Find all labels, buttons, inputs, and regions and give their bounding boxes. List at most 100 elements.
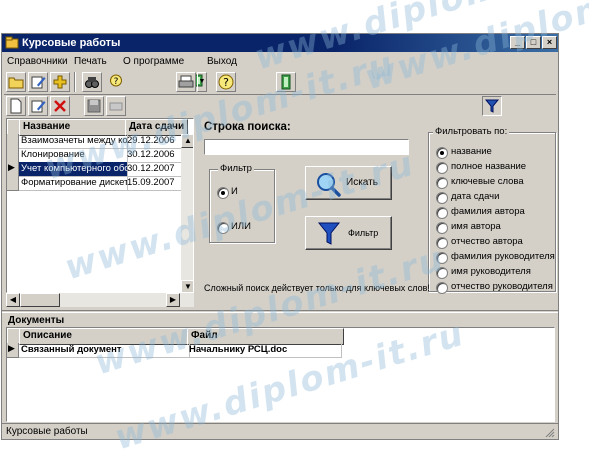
help-icon: ? xyxy=(218,74,234,90)
row-indicator[interactable] xyxy=(7,176,19,191)
save-record-button[interactable] xyxy=(84,96,104,116)
filter-toggle-button[interactable] xyxy=(482,96,502,116)
filter-by-label: фамилия автора xyxy=(451,206,525,217)
filter-by-radio[interactable] xyxy=(436,192,448,204)
minimize-icon: _ xyxy=(514,37,520,47)
arrow-left-icon: ◀ xyxy=(9,295,17,304)
svg-text:?: ? xyxy=(223,76,229,89)
close-button[interactable]: × xyxy=(542,36,557,49)
menu-about[interactable]: О программе xyxy=(123,55,184,69)
edit-record-button[interactable] xyxy=(28,72,48,92)
new-document-icon xyxy=(10,98,22,114)
scroll-up-button[interactable]: ▲ xyxy=(181,134,193,148)
arrow-right-icon: ▶ xyxy=(169,295,177,304)
maximize-button[interactable]: □ xyxy=(526,36,541,49)
main-toolbar: ▼ ? xyxy=(4,71,556,93)
folder-icon xyxy=(8,77,24,89)
filter-by-radio[interactable] xyxy=(436,177,448,189)
menu-directories[interactable]: Справочники xyxy=(7,55,68,69)
filter-by-radio[interactable] xyxy=(436,147,448,159)
search-input[interactable] xyxy=(204,139,409,155)
close-icon: × xyxy=(546,37,553,47)
edit-course-button[interactable] xyxy=(28,96,48,116)
courses-horizontal-scrollbar[interactable]: ◀ ▶ xyxy=(6,293,194,307)
binoculars-icon xyxy=(85,77,99,88)
row-indicator[interactable] xyxy=(7,148,19,163)
minimize-button[interactable]: _ xyxy=(510,36,525,49)
search-button[interactable]: Искать xyxy=(305,166,392,200)
funnel-icon xyxy=(484,99,500,113)
title-bar[interactable]: Курсовые работы xyxy=(2,34,558,52)
open-folder-button[interactable] xyxy=(6,72,26,92)
search-button-label: Искать xyxy=(346,177,378,188)
filter-mode-and-label: И xyxy=(231,186,238,197)
course-date-cell[interactable]: 15.09.2007 xyxy=(125,176,184,191)
row-indicator[interactable]: ▶ xyxy=(7,343,19,358)
row-pointer-icon: ▶ xyxy=(8,162,15,172)
print-dropdown-button[interactable]: ▼ xyxy=(197,72,207,92)
resize-grip-icon[interactable] xyxy=(543,426,555,438)
scroll-left-button[interactable]: ◀ xyxy=(6,293,20,307)
menu-print[interactable]: Печать xyxy=(74,55,107,69)
row-indicator[interactable] xyxy=(7,134,19,149)
filter-by-radio[interactable] xyxy=(436,282,448,294)
exit-button[interactable] xyxy=(276,72,296,92)
row-pointer-icon: ▶ xyxy=(8,343,15,353)
scroll-down-button[interactable]: ▼ xyxy=(181,280,193,292)
search-hint: Сложный поиск действует только для ключе… xyxy=(204,283,430,293)
menu-bar: Справочники Печать ? О программе Выход xyxy=(2,53,558,87)
record-toolbar xyxy=(4,94,556,116)
filter-button[interactable]: Фильтр xyxy=(305,216,392,250)
course-date-cell[interactable]: 29.12.2006 xyxy=(125,134,184,149)
delete-record-button[interactable] xyxy=(50,96,70,116)
course-name-cell[interactable]: Учет компьютерного обо xyxy=(19,162,128,177)
document-file-cell[interactable]: Начальнику РСЦ.doc xyxy=(187,343,342,358)
courses-vertical-scrollbar[interactable]: ▲ ▼ xyxy=(181,134,193,292)
row-indicator[interactable]: ▶ xyxy=(7,162,19,177)
maximize-icon: □ xyxy=(530,37,537,47)
filter-by-title: Фильтровать по: xyxy=(433,126,510,137)
edit-icon xyxy=(31,100,46,113)
door-icon xyxy=(281,74,291,90)
funnel-icon xyxy=(317,222,341,245)
filter-by-group: Фильтровать по: название полное название к… xyxy=(428,126,556,294)
course-name-cell[interactable]: Взаимозачеты между ко xyxy=(19,134,128,149)
course-name-cell[interactable]: Клонирование xyxy=(19,148,128,163)
filter-by-label: отчество автора xyxy=(451,236,523,247)
magnifier-icon xyxy=(317,173,341,197)
filter-by-label: имя руководителя xyxy=(451,266,531,277)
search-docs-button[interactable] xyxy=(82,72,102,92)
course-name-cell[interactable]: Форматирование дискет xyxy=(19,176,128,191)
print-button[interactable] xyxy=(176,72,196,92)
search-label: Строка поиска: xyxy=(204,121,291,133)
filter-by-label: дата сдачи xyxy=(451,191,500,202)
scroll-right-button[interactable]: ▶ xyxy=(166,293,180,307)
filter-by-label: имя автора xyxy=(451,221,501,232)
filter-by-radio[interactable] xyxy=(436,237,448,249)
filter-by-label: фамилия руководителя xyxy=(451,251,555,262)
courses-grid: Название Дата сдачи Взаимозачеты между к… xyxy=(6,118,194,293)
filter-mode-or-radio[interactable] xyxy=(217,222,229,234)
filter-by-radio[interactable] xyxy=(436,222,448,234)
filter-mode-or-label: ИЛИ xyxy=(231,221,251,232)
filter-by-radio[interactable] xyxy=(436,267,448,279)
filter-by-radio[interactable] xyxy=(436,207,448,219)
help-button[interactable]: ? xyxy=(216,72,236,92)
cancel-edit-button[interactable] xyxy=(106,96,126,116)
filter-by-radio[interactable] xyxy=(436,162,448,174)
horizontal-scroll-thumb[interactable] xyxy=(20,293,60,307)
printer-icon xyxy=(178,75,194,88)
menu-exit[interactable]: Выход xyxy=(207,55,237,69)
panel-splitter[interactable] xyxy=(2,310,558,313)
documents-grid: Описание Файл ▶ Связанный документ Начальн… xyxy=(6,327,555,422)
filter-mode-and-radio[interactable] xyxy=(217,187,229,199)
delete-icon xyxy=(54,100,66,112)
plus-icon xyxy=(53,75,67,89)
new-record-button[interactable] xyxy=(6,96,26,116)
document-description-cell[interactable]: Связанный документ xyxy=(19,343,190,358)
add-button[interactable] xyxy=(50,72,70,92)
course-date-cell[interactable]: 30.12.2007 xyxy=(125,162,184,177)
filter-by-radio[interactable] xyxy=(436,252,448,264)
course-date-cell[interactable]: 30.12.2006 xyxy=(125,148,184,163)
arrow-up-icon: ▲ xyxy=(184,136,192,145)
